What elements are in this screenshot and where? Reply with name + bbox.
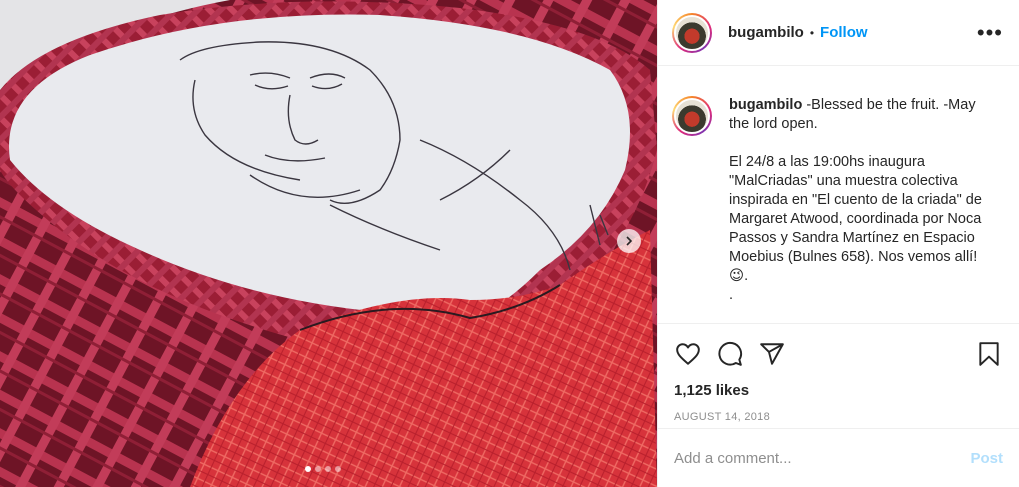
heart-icon (676, 343, 700, 365)
caption-body: El 24/8 a las 19:00hs inaugura "MalCriad… (729, 154, 982, 303)
share-icon (760, 343, 784, 365)
action-bar (658, 328, 1019, 380)
post-image (0, 0, 657, 487)
post-header: bugambilo • Follow ••• (658, 0, 1019, 66)
likes-count[interactable]: 1,125 likes (658, 382, 1019, 399)
carousel-dot (335, 466, 341, 472)
caption-text: bugambilo -Blessed be the fruit. -May th… (729, 96, 999, 323)
comment-button[interactable] (716, 340, 744, 368)
carousel-dot (325, 466, 331, 472)
username-link[interactable]: bugambilo (728, 24, 804, 41)
post-sidebar: bugambilo • Follow ••• bugambilo -Blesse… (657, 0, 1019, 487)
comment-input[interactable] (674, 449, 971, 467)
comment-icon (718, 341, 742, 366)
separator-dot: • (809, 25, 815, 40)
post-comment-button[interactable]: Post (970, 450, 1003, 467)
caption-section: bugambilo -Blessed be the fruit. -May th… (658, 66, 1019, 324)
caption-avatar[interactable] (672, 96, 712, 136)
save-button[interactable] (975, 340, 1003, 368)
avatar[interactable] (672, 12, 712, 53)
embroidery-photo (0, 0, 657, 487)
carousel-dot-active (305, 466, 311, 472)
comment-bar: Post (658, 428, 1019, 487)
like-button[interactable] (674, 340, 702, 368)
chevron-right-icon (626, 236, 633, 246)
carousel-dot (315, 466, 321, 472)
follow-button[interactable]: Follow (820, 24, 868, 41)
post-date[interactable]: AUGUST 14, 2018 (658, 411, 1019, 423)
caption-username-link[interactable]: bugambilo (729, 97, 802, 113)
next-slide-button[interactable] (617, 229, 641, 253)
share-button[interactable] (758, 340, 786, 368)
carousel-indicator (305, 466, 341, 472)
bookmark-icon (979, 342, 999, 366)
more-options-icon[interactable]: ••• (977, 21, 1003, 44)
